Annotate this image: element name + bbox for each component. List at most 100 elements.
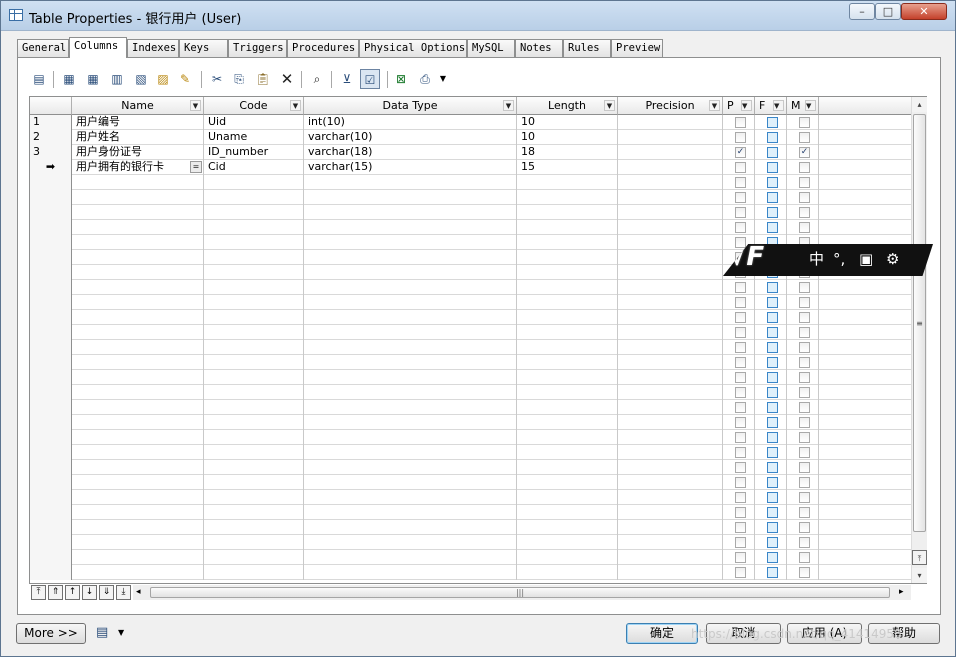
cell-name[interactable]: 用户姓名 [72, 130, 204, 145]
checkbox-f[interactable] [767, 207, 778, 218]
ime-toolbar[interactable]: √F 中 °, ▣ ⚙ [723, 244, 933, 276]
checkbox-f[interactable] [767, 552, 778, 563]
chevron-down-icon[interactable]: ▼ [773, 100, 784, 111]
header-precision[interactable]: Precision ▼ [618, 97, 723, 115]
cell-data-type[interactable] [304, 355, 517, 370]
cell-code[interactable] [204, 430, 304, 445]
tab-physical-options[interactable]: Physical Options [359, 39, 467, 57]
cut-icon[interactable]: ✂ [207, 69, 227, 89]
checkbox-m[interactable] [799, 432, 810, 443]
table-row[interactable]: ➡ 用户拥有的银行卡 = Cid varchar(15) 15 [30, 160, 912, 175]
cell-name[interactable]: 用户身份证号 [72, 145, 204, 160]
move-top-icon[interactable]: ⤒ [31, 585, 46, 600]
excel-export-icon[interactable]: ⊠ [391, 69, 411, 89]
checkbox-m[interactable] [799, 297, 810, 308]
cell-name[interactable] [72, 445, 204, 460]
tab-triggers[interactable]: Triggers [228, 39, 287, 57]
chevron-down-icon[interactable]: ▼ [604, 100, 615, 111]
cell-name[interactable] [72, 220, 204, 235]
checkbox-f[interactable] [767, 282, 778, 293]
header-code[interactable]: Code ▼ [204, 97, 304, 115]
checkbox-f[interactable] [767, 132, 778, 143]
cell-name[interactable] [72, 550, 204, 565]
checkbox-m[interactable] [799, 162, 810, 173]
checkbox-p[interactable] [735, 297, 746, 308]
cell-length[interactable] [517, 385, 618, 400]
empty-row[interactable] [30, 325, 912, 340]
filter-icon[interactable]: ⊻ [337, 69, 357, 89]
cell-name[interactable] [72, 340, 204, 355]
cell-data-type[interactable]: varchar(10) [304, 130, 517, 145]
cell-length[interactable]: 10 [517, 130, 618, 145]
move-down-icon[interactable]: ↓ [82, 585, 97, 600]
checkbox-p[interactable] [735, 432, 746, 443]
cell-precision[interactable] [618, 160, 723, 175]
cell-precision[interactable] [618, 130, 723, 145]
print-icon[interactable]: ⎙ [415, 69, 435, 89]
cell-precision[interactable] [618, 310, 723, 325]
checkbox-f[interactable] [767, 327, 778, 338]
cell-length[interactable] [517, 340, 618, 355]
checkbox-m[interactable] [799, 492, 810, 503]
cell-name[interactable] [72, 370, 204, 385]
vertical-scrollbar[interactable]: ▴ ≡ ⤒ ▾ [911, 97, 927, 583]
empty-row[interactable] [30, 355, 912, 370]
add-column-icon[interactable]: ▨ [153, 69, 173, 89]
cell-name[interactable] [72, 535, 204, 550]
cell-code[interactable] [204, 520, 304, 535]
checkbox-f[interactable] [767, 162, 778, 173]
copy-icon[interactable]: ⎘ [229, 69, 249, 89]
cell-length[interactable]: 10 [517, 115, 618, 130]
cell-code[interactable] [204, 235, 304, 250]
more-button[interactable]: More >> [16, 623, 86, 644]
cell-code[interactable] [204, 490, 304, 505]
empty-row[interactable] [30, 220, 912, 235]
checkbox-m[interactable] [799, 522, 810, 533]
cell-data-type[interactable] [304, 460, 517, 475]
checkbox-f[interactable] [767, 537, 778, 548]
customize-columns-icon[interactable]: ☑ [360, 69, 380, 89]
cell-code[interactable] [204, 445, 304, 460]
empty-row[interactable] [30, 370, 912, 385]
edit-cell-button[interactable]: = [190, 161, 202, 173]
tab-columns[interactable]: Columns [69, 37, 127, 58]
checkbox-m[interactable]: ✓ [799, 147, 810, 158]
cell-code[interactable] [204, 340, 304, 355]
cell-precision[interactable] [618, 325, 723, 340]
checkbox-f[interactable] [767, 117, 778, 128]
insert-rows-icon[interactable]: ▧ [131, 69, 151, 89]
checkbox-m[interactable] [799, 222, 810, 233]
cell-data-type[interactable]: varchar(15) [304, 160, 517, 175]
ime-language-toggle[interactable]: 中 [809, 250, 824, 268]
cell-name[interactable] [72, 325, 204, 340]
row-number[interactable] [30, 325, 72, 340]
cell-data-type[interactable] [304, 385, 517, 400]
cell-precision[interactable] [618, 370, 723, 385]
checkbox-p[interactable] [735, 312, 746, 323]
cell-code[interactable] [204, 220, 304, 235]
checkbox-f[interactable] [767, 312, 778, 323]
checkbox-f[interactable] [767, 492, 778, 503]
cell-code[interactable] [204, 550, 304, 565]
header-mandatory[interactable]: M ▼ [787, 97, 819, 115]
checkbox-f[interactable] [767, 177, 778, 188]
cell-code[interactable] [204, 250, 304, 265]
cell-length[interactable] [517, 190, 618, 205]
checkbox-m[interactable] [799, 447, 810, 458]
cell-precision[interactable] [618, 490, 723, 505]
cell-precision[interactable] [618, 280, 723, 295]
cell-name[interactable] [72, 355, 204, 370]
cell-length[interactable] [517, 355, 618, 370]
save-options-icon[interactable]: ▤ [96, 625, 110, 640]
checkbox-m[interactable] [799, 207, 810, 218]
row-number[interactable]: 2 [30, 130, 72, 145]
cell-precision[interactable] [618, 535, 723, 550]
cell-name[interactable] [72, 400, 204, 415]
checkbox-p[interactable] [735, 402, 746, 413]
tab-mysql[interactable]: MySQL [467, 39, 515, 57]
empty-row[interactable] [30, 475, 912, 490]
checkbox-p[interactable] [735, 462, 746, 473]
cell-name[interactable] [72, 430, 204, 445]
row-number[interactable] [30, 235, 72, 250]
cell-data-type[interactable] [304, 415, 517, 430]
